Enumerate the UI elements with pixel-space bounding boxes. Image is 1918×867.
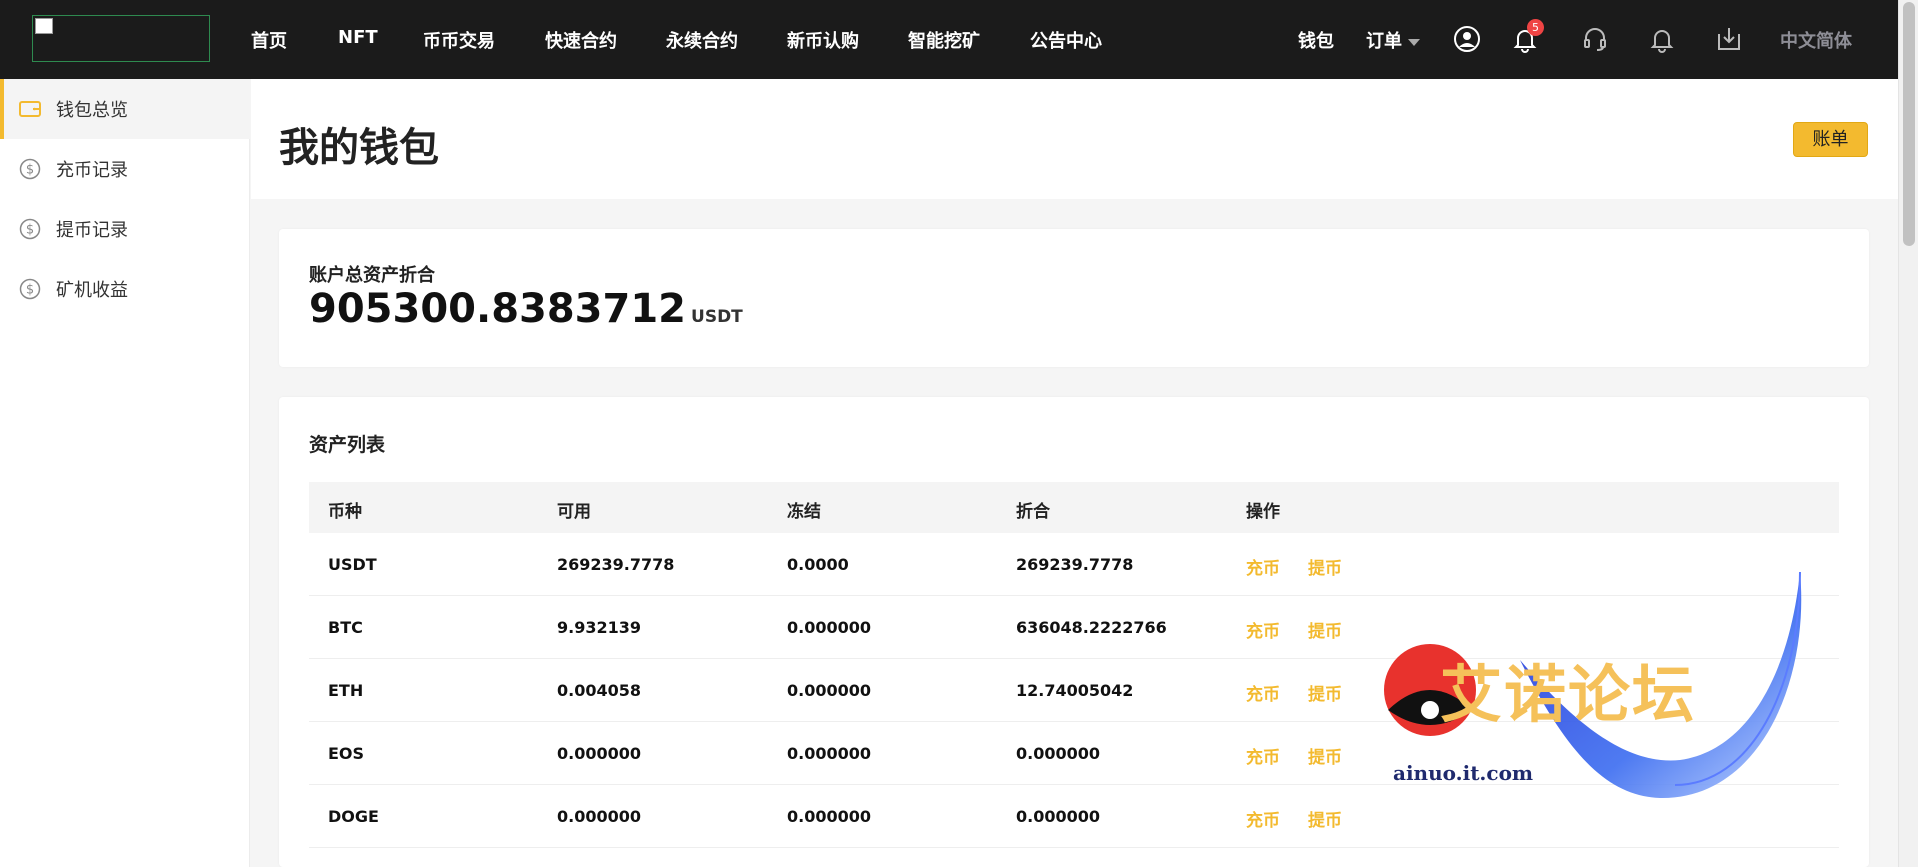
dollar-circle-icon: $ [18,217,42,241]
column-header-frozen: 冻结 [787,502,821,522]
nav-announcements[interactable]: 公告中心 [1030,27,1102,53]
sidebar-item-deposit-records[interactable]: $ 充币记录 [0,139,250,199]
coin-cell: USDT [328,555,377,574]
column-header-available: 可用 [557,502,591,522]
available-cell: 9.932139 [557,618,642,637]
asset-list-title: 资产列表 [309,434,386,456]
total-assets-amount: 905300.8383712 [309,286,687,332]
broken-image-icon [35,18,53,34]
scrollbar-thumb[interactable] [1903,2,1915,246]
notification-count-badge: 5 [1527,19,1544,36]
total-assets-label: 账户总资产折合 [309,265,435,286]
coin-cell: EOS [328,744,365,763]
converted-cell: 0.000000 [1016,807,1101,826]
sidebar-item-label: 矿机收益 [56,280,128,301]
table-row: USDT 269239.7778 0.0000 269239.7778 充币 提… [309,533,1839,596]
nav-home[interactable]: 首页 [251,27,287,53]
asset-list-card: 资产列表 币种 可用 冻结 折合 操作 USDT 269239.7778 0.0… [279,397,1869,867]
svg-text:$: $ [26,283,34,298]
dollar-circle-icon: $ [18,277,42,301]
table-row: EOS 0.000000 0.000000 0.000000 充币 提币 [309,722,1839,785]
nav-smart-mining[interactable]: 智能挖矿 [908,27,980,53]
asset-table: 币种 可用 冻结 折合 操作 USDT 269239.7778 0.0000 2… [309,482,1839,848]
withdraw-link[interactable]: 提币 [1308,743,1342,768]
nav-new-coin-subscription[interactable]: 新币认购 [787,27,859,53]
download-icon[interactable] [1714,24,1744,54]
sidebar-item-label: 钱包总览 [56,100,128,121]
asset-table-header: 币种 可用 冻结 折合 操作 [309,482,1839,533]
converted-cell: 0.000000 [1016,744,1101,763]
dollar-circle-icon: $ [18,157,42,181]
column-header-coin: 币种 [328,502,362,522]
withdraw-link[interactable]: 提币 [1308,554,1342,579]
nav-spot-trading[interactable]: 币币交易 [423,27,495,53]
frozen-cell: 0.000000 [787,618,872,637]
column-header-actions: 操作 [1246,502,1280,522]
coin-cell: ETH [328,681,364,700]
nav-wallet[interactable]: 钱包 [1298,27,1334,53]
nav-nft[interactable]: NFT [338,27,378,48]
deposit-link[interactable]: 充币 [1246,554,1280,579]
language-selector[interactable]: 中文简体 [1780,27,1852,53]
page-header: 我的钱包 账单 [251,79,1898,199]
available-cell: 269239.7778 [557,555,675,574]
deposit-link[interactable]: 充币 [1246,806,1280,831]
column-header-converted: 折合 [1016,502,1050,522]
coin-cell: BTC [328,618,363,637]
notification-bell-button[interactable]: 5 [1510,19,1544,54]
total-assets-unit: USDT [691,307,743,327]
table-row: ETH 0.004058 0.000000 12.74005042 充币 提币 [309,659,1839,722]
available-cell: 0.000000 [557,807,642,826]
top-navigation-bar: 首页 NFT 币币交易 快速合约 永续合约 新币认购 智能挖矿 公告中心 钱包 … [0,0,1898,79]
frozen-cell: 0.0000 [787,555,849,574]
deposit-link[interactable]: 充币 [1246,617,1280,642]
chevron-down-icon [1408,38,1420,46]
available-cell: 0.000000 [557,744,642,763]
deposit-link[interactable]: 充币 [1246,680,1280,705]
nav-orders-label: 订单 [1366,31,1402,52]
sidebar-item-mining-income[interactable]: $ 矿机收益 [0,259,250,319]
nav-quick-contract[interactable]: 快速合约 [545,27,617,53]
withdraw-link[interactable]: 提币 [1308,806,1342,831]
wallet-icon [18,97,42,121]
table-row: DOGE 0.000000 0.000000 0.000000 充币 提币 [309,785,1839,848]
converted-cell: 269239.7778 [1016,555,1134,574]
bell-outline-icon[interactable] [1647,24,1677,54]
sidebar-item-label: 提币记录 [56,220,128,241]
converted-cell: 636048.2222766 [1016,618,1167,637]
site-logo[interactable] [32,15,210,62]
nav-orders-dropdown[interactable]: 订单 [1366,27,1420,53]
converted-cell: 12.74005042 [1016,681,1134,700]
user-icon[interactable] [1452,24,1482,54]
bill-button[interactable]: 账单 [1793,122,1868,157]
withdraw-link[interactable]: 提币 [1308,617,1342,642]
coin-cell: DOGE [328,807,379,826]
svg-text:$: $ [26,223,34,238]
frozen-cell: 0.000000 [787,744,872,763]
sidebar-item-withdraw-records[interactable]: $ 提币记录 [0,199,250,259]
svg-text:$: $ [26,163,34,178]
frozen-cell: 0.000000 [787,681,872,700]
page-title: 我的钱包 [279,125,439,171]
total-assets-value: 905300.8383712 USDT [309,286,743,332]
page-scrollbar[interactable] [1898,0,1918,867]
sidebar: 钱包总览 $ 充币记录 $ 提币记录 $ 矿机收益 [0,79,250,867]
available-cell: 0.004058 [557,681,642,700]
withdraw-link[interactable]: 提币 [1308,680,1342,705]
sidebar-item-label: 充币记录 [56,160,128,181]
sidebar-item-wallet-overview[interactable]: 钱包总览 [0,79,250,139]
frozen-cell: 0.000000 [787,807,872,826]
table-row: BTC 9.932139 0.000000 636048.2222766 充币 … [309,596,1839,659]
deposit-link[interactable]: 充币 [1246,743,1280,768]
nav-perpetual-contract[interactable]: 永续合约 [666,27,738,53]
headset-icon[interactable] [1580,24,1610,54]
total-assets-card: 账户总资产折合 905300.8383712 USDT [279,229,1869,367]
